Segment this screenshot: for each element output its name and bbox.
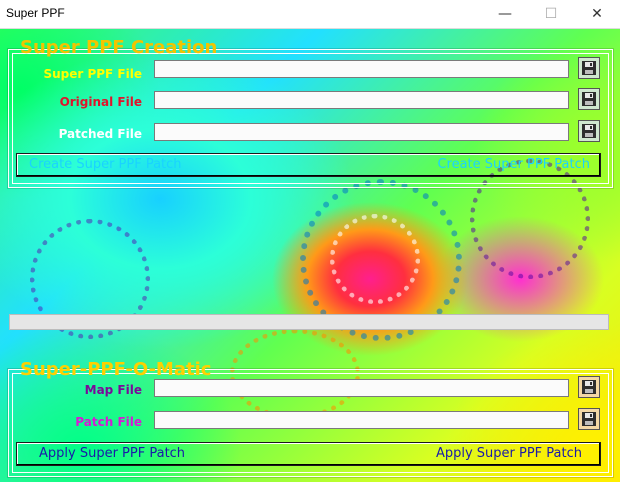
maximize-icon: ☐ xyxy=(544,6,558,22)
patch-file-label: Patch File xyxy=(75,415,142,429)
super-ppf-file-input[interactable] xyxy=(154,60,569,78)
window-title: Super PPF xyxy=(6,6,65,20)
maximize-button[interactable]: ☐ xyxy=(528,0,574,28)
create-button-label: Create Super PPF Patch xyxy=(29,157,182,172)
close-button[interactable]: ✕ xyxy=(574,0,620,28)
progress-bar xyxy=(9,314,609,330)
floppy-disk-icon xyxy=(582,124,596,138)
patch-file-input[interactable] xyxy=(154,411,569,429)
title-bar: Super PPF — ☐ ✕ xyxy=(0,0,620,29)
fractal-background: Super PPF Creation Super PPF File Origin… xyxy=(0,29,620,482)
original-file-label: Original File xyxy=(59,95,142,109)
super-ppf-file-label: Super PPF File xyxy=(43,67,142,81)
create-button-label-shadow: Create Super PPF Patch xyxy=(437,157,590,172)
creation-group-title: Super PPF Creation xyxy=(20,37,218,58)
minimize-button[interactable]: — xyxy=(482,0,528,28)
original-file-browse-button[interactable] xyxy=(578,88,600,110)
floppy-disk-icon xyxy=(582,61,596,75)
map-file-label: Map File xyxy=(84,383,142,397)
create-super-ppf-patch-button[interactable]: Create Super PPF Patch Create Super PPF … xyxy=(16,153,601,177)
floppy-disk-icon xyxy=(582,412,596,426)
minimize-icon: — xyxy=(498,6,512,22)
patched-file-input[interactable] xyxy=(154,123,569,141)
super-ppf-file-browse-button[interactable] xyxy=(578,57,600,79)
apply-button-label: Apply Super PPF Patch xyxy=(39,446,186,461)
patched-file-browse-button[interactable] xyxy=(578,120,600,142)
close-icon: ✕ xyxy=(591,6,603,22)
floppy-disk-icon xyxy=(582,92,596,106)
o-matic-group-title: Super-PPF-O-Matic xyxy=(20,359,212,380)
patch-file-browse-button[interactable] xyxy=(578,408,600,430)
patched-file-label: Patched File xyxy=(58,127,142,141)
floppy-disk-icon xyxy=(582,380,596,394)
fractal-swirl-decoration xyxy=(330,214,420,304)
apply-button-label-shadow: Apply Super PPF Patch xyxy=(435,446,582,461)
apply-super-ppf-patch-button[interactable]: Apply Super PPF Patch Apply Super PPF Pa… xyxy=(16,442,601,466)
map-file-browse-button[interactable] xyxy=(578,376,600,398)
original-file-input[interactable] xyxy=(154,91,569,109)
map-file-input[interactable] xyxy=(154,379,569,397)
